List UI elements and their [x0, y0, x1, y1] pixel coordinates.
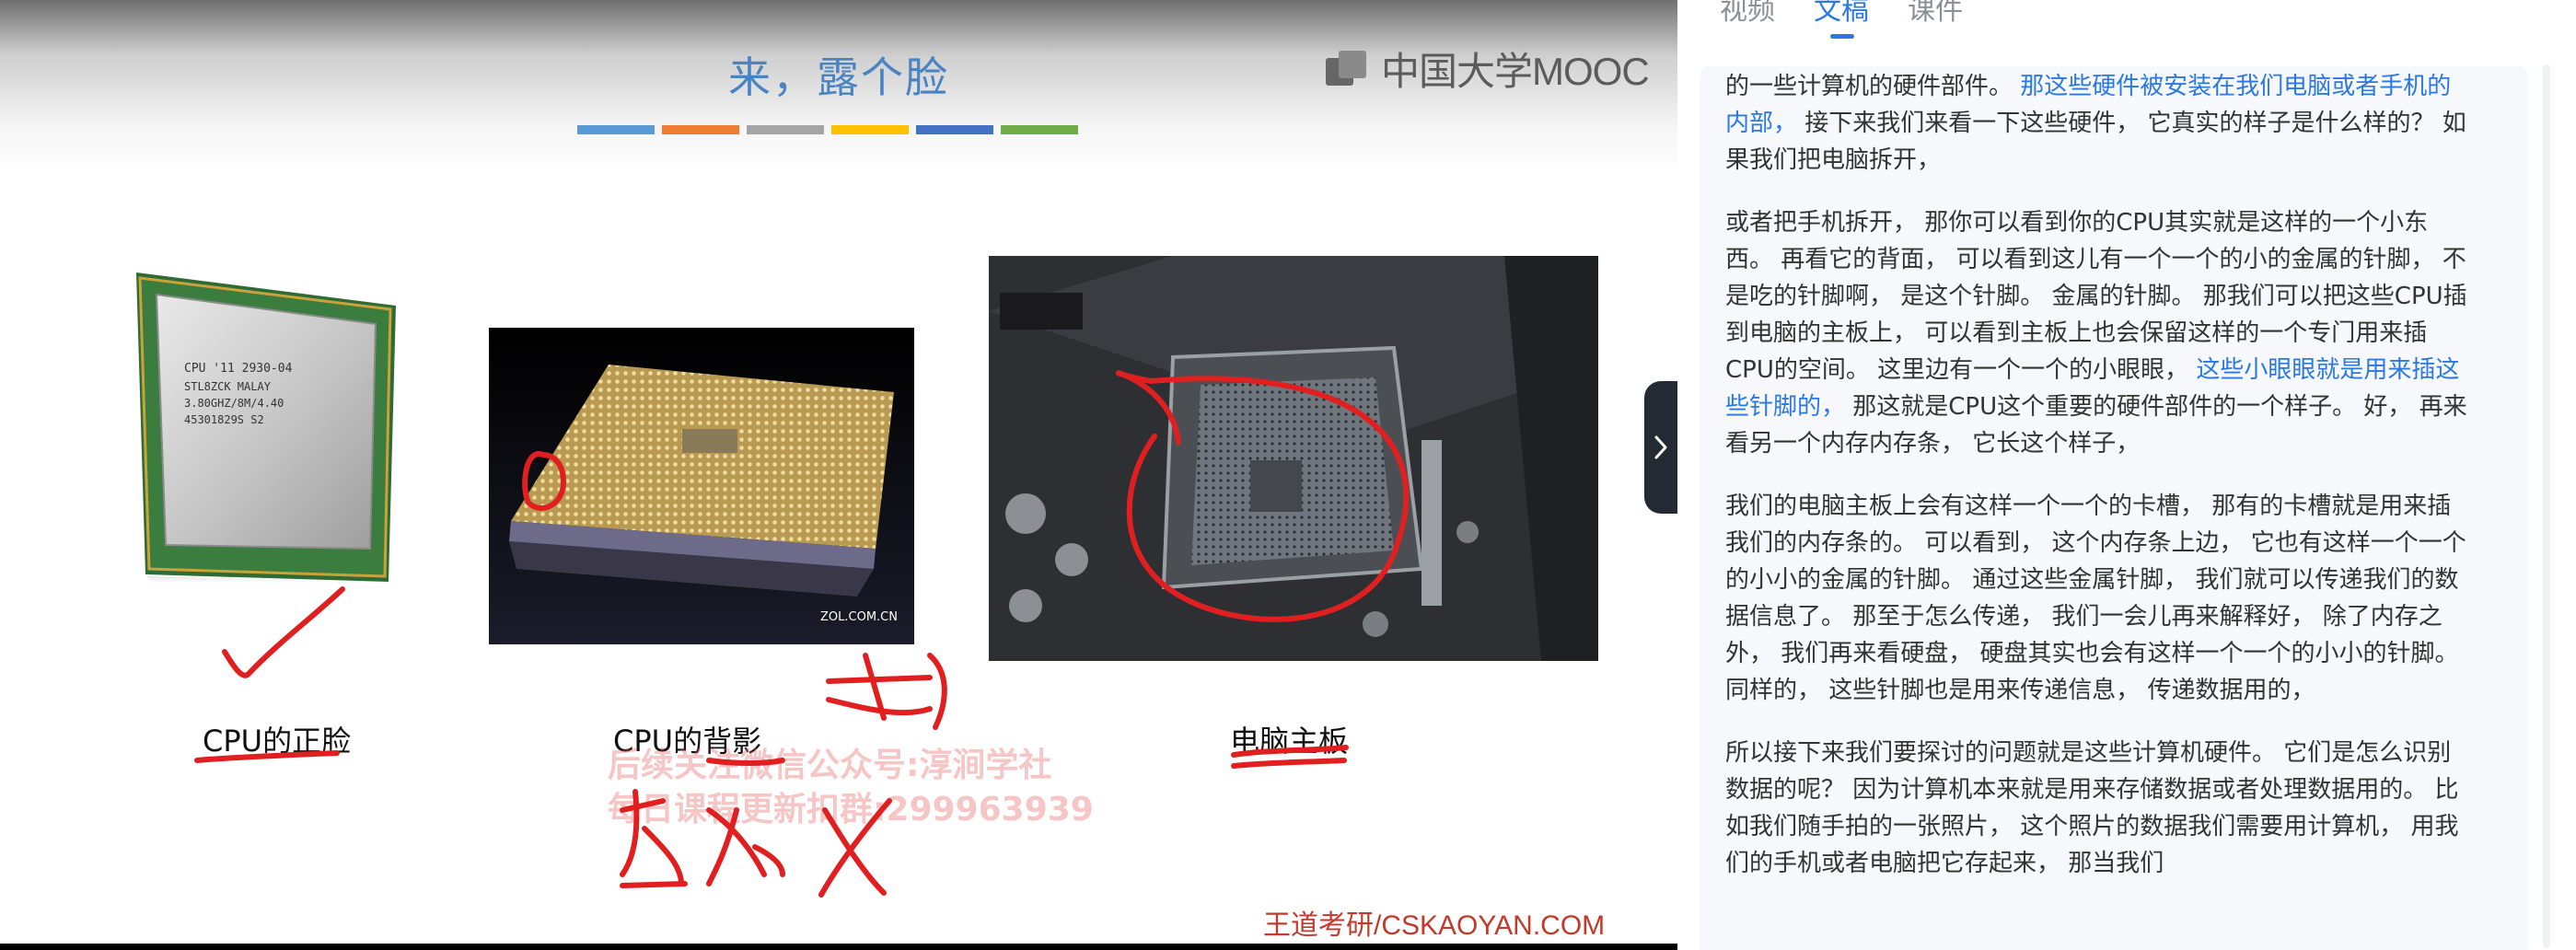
transcript-sentence: 的一些计算机的硬件部件。: [1725, 73, 2021, 100]
panel-tabs: 视频 文稿 课件: [1720, 0, 1963, 39]
transcript-paragraph: 或者把手机拆开， 那你可以看到你的CPU其实就是这样的一个小东西。 再看它的背面…: [1725, 204, 2473, 462]
chevron-right-icon: [1654, 435, 1667, 459]
title-color-bars: [577, 125, 1078, 134]
transcript-paragraph: 所以接下来我们要探讨的问题就是这些计算机硬件。 它们是怎么识别数据的呢？ 因为计…: [1725, 735, 2473, 882]
transcript-paragraph: 的一些计算机的硬件部件。 那这些硬件被安装在我们电脑或者手机的内部， 接下来我们…: [1725, 68, 2473, 179]
color-bar: [916, 125, 993, 134]
tab-video[interactable]: 视频: [1720, 0, 1775, 28]
lecture-slide: 来，露个脸 中国大学MOOC CPU '11 2930-04 STL8ZCK M…: [0, 0, 1677, 944]
cpu-back-image: ZOL.COM.CN: [489, 328, 914, 644]
scrollbar[interactable]: [2543, 64, 2550, 948]
watermark: 后续关注微信公众号:淳涧学社 每日课程更新扣群:299963939: [608, 744, 1094, 832]
tab-transcript[interactable]: 文稿: [1814, 0, 1869, 39]
tab-courseware[interactable]: 课件: [1908, 0, 1963, 28]
watermark-line: 每日课程更新扣群:299963939: [608, 791, 1094, 828]
watermark-line: 后续关注微信公众号:淳涧学社: [608, 747, 1052, 784]
transcript-sentence: 所以接下来我们要探讨的问题就是这些计算机硬件。 它们是怎么识别数据的呢？ 因为计…: [1725, 739, 2459, 877]
transcript-sentence: 接下来我们来看一下这些硬件， 它真实的样子是什么样的？ 如果我们把电脑拆开，: [1725, 110, 2466, 174]
color-bar: [747, 125, 824, 134]
mooc-logo: 中国大学MOOC: [1326, 41, 1650, 97]
slide-credit: 王道考研/CSKAOYAN.COM: [1263, 910, 1606, 941]
video-player[interactable]: 来，露个脸 中国大学MOOC CPU '11 2930-04 STL8ZCK M…: [0, 0, 1677, 950]
cpu-chip-label: CPU '11 2930-04: [184, 362, 293, 376]
transcript-sentence: 我们的电脑主板上会有这样一个一个的卡槽， 那有的卡槽就是用来插我们的内存条的。 …: [1725, 492, 2466, 704]
color-bar: [577, 125, 655, 134]
motherboard-image: [989, 256, 1598, 661]
color-bar: [662, 125, 739, 134]
cpu-chip-label: 3.80GHZ/8M/4.40: [184, 397, 284, 410]
cpu-back-watermark: ZOL.COM.CN: [820, 610, 898, 624]
video-bottom-strip: [0, 944, 1677, 950]
collapse-panel-button[interactable]: [1644, 381, 1677, 514]
transcript-panel: 视频 文稿 课件 的一些计算机的硬件部件。 那这些硬件被安装在我们电脑或者手机的…: [1677, 0, 2576, 950]
cpu-front-image: CPU '11 2930-04 STL8ZCK MALAY 3.80GHZ/8M…: [136, 272, 396, 585]
caption-motherboard: 电脑主板: [1230, 724, 1349, 759]
color-bar: [831, 125, 909, 134]
transcript-paragraph: 我们的电脑主板上会有这样一个一个的卡槽， 那有的卡槽就是用来插我们的内存条的。 …: [1725, 488, 2473, 709]
color-bar: [1001, 125, 1078, 134]
caption-cpu-front: CPU的正脸: [203, 724, 352, 759]
transcript-text[interactable]: 的一些计算机的硬件部件。 那这些硬件被安装在我们电脑或者手机的内部， 接下来我们…: [1725, 68, 2473, 908]
cpu-chip-label: 45301829S S2: [184, 413, 264, 426]
mooc-logo-icon: [1326, 49, 1374, 89]
mooc-logo-text: 中国大学MOOC: [1381, 50, 1650, 93]
cpu-chip-label: STL8ZCK MALAY: [184, 380, 272, 393]
